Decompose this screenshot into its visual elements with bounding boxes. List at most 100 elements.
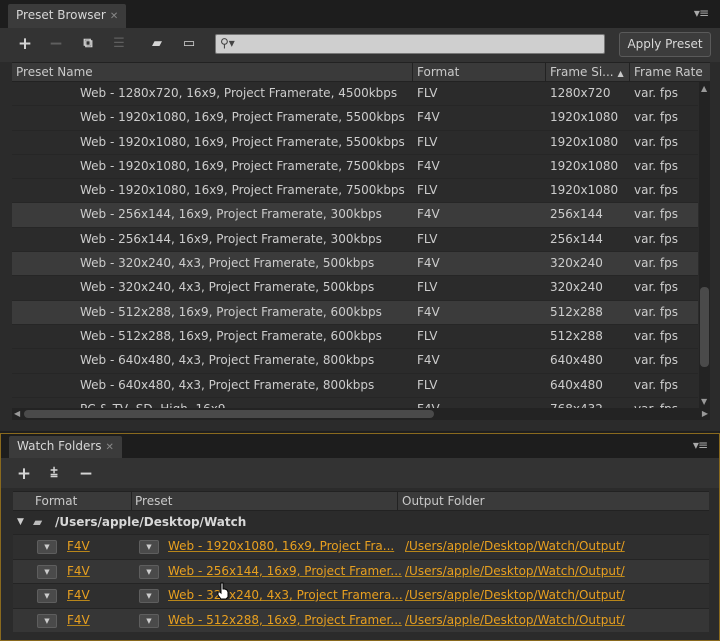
- output-folder-link[interactable]: /Users/apple/Desktop/Watch/Output/: [405, 613, 625, 627]
- watch-folder-path: /Users/apple/Desktop/Watch: [55, 515, 247, 529]
- preset-settings-icon[interactable]: ☰: [108, 34, 130, 54]
- list-item[interactable]: ▼ F4V ▼ Web - 256x144, 16x9, Project Framer…: [13, 558, 709, 583]
- cell-frame-size: 512x288: [550, 328, 603, 343]
- column-header-preset-name[interactable]: Preset Name: [16, 65, 93, 79]
- disclosure-triangle-icon[interactable]: ▼: [17, 517, 24, 527]
- cell-format: FLV: [417, 134, 438, 149]
- cell-frame-size: 256x144: [550, 231, 603, 246]
- preset-table-header: Preset Name Format Frame Si... ▲ Frame R…: [12, 62, 710, 82]
- cell-frame-rate: var. fps: [634, 207, 679, 222]
- cell-format: F4V: [417, 256, 440, 271]
- search-input[interactable]: ⚲▾: [215, 34, 605, 54]
- format-value[interactable]: F4V: [67, 613, 90, 627]
- table-row[interactable]: Web - 256x144, 16x9, Project Framerate, …: [12, 228, 698, 253]
- preset-value[interactable]: Web - 512x288, 16x9, Project Framer...: [168, 613, 402, 627]
- watch-folders-table-body: ▼ ▰ /Users/apple/Desktop/Watch ▼ F4V ▼ Web …: [13, 512, 709, 640]
- cell-format: F4V: [417, 207, 440, 222]
- format-dropdown[interactable]: ▼: [37, 540, 57, 554]
- table-row[interactable]: Web - 320x240, 4x3, Project Framerate, 5…: [12, 252, 698, 277]
- table-row[interactable]: Web - 512x288, 16x9, Project Framerate, …: [12, 300, 698, 325]
- cell-preset-name: Web - 1920x1080, 16x9, Project Framerate…: [80, 183, 405, 198]
- table-row[interactable]: PC & TV, SD, High, 16x9F4V768x432var. fp…: [12, 398, 698, 408]
- preset-value[interactable]: Web - 256x144, 16x9, Project Framer...: [168, 564, 402, 578]
- column-header-frame-size[interactable]: Frame Si... ▲: [550, 65, 624, 79]
- cell-format: FLV: [417, 328, 438, 343]
- preset-dropdown[interactable]: ▼: [139, 564, 159, 579]
- scroll-down-icon[interactable]: ▼: [701, 397, 707, 406]
- preset-dropdown[interactable]: ▼: [139, 540, 159, 554]
- scroll-right-icon[interactable]: ▶: [702, 409, 708, 418]
- duplicate-preset-icon[interactable]: ⧉: [77, 34, 99, 54]
- preset-browser-panel: Preset Browser ✕ ▾≡ + − ⧉ ☰ ▰ ▭ ⚲▾ Apply …: [0, 0, 720, 431]
- table-row[interactable]: Web - 1920x1080, 16x9, Project Framerate…: [12, 179, 698, 204]
- list-item[interactable]: ▼ F4V ▼ Web - 512x288, 16x9, Project Framer…: [13, 607, 709, 632]
- list-item[interactable]: ▼ F4V ▼ Web - 320x240, 4x3, Project Framera…: [13, 583, 709, 608]
- preset-value[interactable]: Web - 320x240, 4x3, Project Framera...: [168, 588, 403, 602]
- new-group-folder-icon[interactable]: ▰: [146, 34, 168, 54]
- cell-frame-rate: var. fps: [634, 158, 679, 173]
- format-value[interactable]: F4V: [67, 588, 90, 602]
- table-row[interactable]: Web - 256x144, 16x9, Project Framerate, …: [12, 203, 698, 228]
- panel-menu-icon[interactable]: ▾≡: [694, 6, 709, 20]
- cell-preset-name: Web - 320x240, 4x3, Project Framerate, 5…: [80, 280, 375, 295]
- cell-preset-name: Web - 320x240, 4x3, Project Framerate, 5…: [80, 256, 375, 271]
- column-header-preset[interactable]: Preset: [135, 494, 172, 508]
- table-row[interactable]: Web - 640x480, 4x3, Project Framerate, 8…: [12, 374, 698, 398]
- format-dropdown[interactable]: ▼: [37, 613, 57, 628]
- close-icon[interactable]: ✕: [110, 11, 118, 22]
- remove-icon[interactable]: −: [75, 464, 97, 484]
- column-header-format[interactable]: Format: [35, 494, 77, 508]
- cell-frame-rate: var. fps: [634, 353, 679, 368]
- close-icon[interactable]: ✕: [106, 442, 114, 453]
- cell-preset-name: Web - 1280x720, 16x9, Project Framerate,…: [80, 86, 398, 100]
- cell-frame-rate: var. fps: [634, 377, 679, 392]
- table-row[interactable]: Web - 512x288, 16x9, Project Framerate, …: [12, 325, 698, 350]
- table-row[interactable]: Web - 1920x1080, 16x9, Project Framerate…: [12, 131, 698, 155]
- cell-frame-size: 1280x720: [550, 86, 611, 100]
- panel-menu-icon[interactable]: ▾≡: [693, 438, 708, 452]
- scroll-up-icon[interactable]: ▲: [701, 84, 707, 93]
- horizontal-scroll-thumb[interactable]: [24, 410, 434, 418]
- cell-preset-name: Web - 256x144, 16x9, Project Framerate, …: [80, 231, 382, 246]
- column-header-frame-rate[interactable]: Frame Rate: [634, 65, 703, 79]
- preset-dropdown[interactable]: ▼: [139, 589, 159, 603]
- list-item[interactable]: ▼ F4V ▼ Web - 1920x1080, 16x9, Project Fra.…: [13, 534, 709, 559]
- scroll-left-icon[interactable]: ◀: [14, 409, 20, 418]
- output-folder-link[interactable]: /Users/apple/Desktop/Watch/Output/: [405, 539, 625, 553]
- format-value[interactable]: F4V: [67, 539, 90, 553]
- table-row[interactable]: Web - 320x240, 4x3, Project Framerate, 5…: [12, 276, 698, 301]
- cell-frame-rate: var. fps: [634, 86, 679, 100]
- add-output-icon[interactable]: ⩲: [43, 464, 65, 484]
- column-header-output-folder[interactable]: Output Folder: [402, 494, 485, 508]
- column-header-format[interactable]: Format: [417, 65, 459, 79]
- sort-ascending-icon: ▲: [617, 69, 624, 78]
- output-folder-link[interactable]: /Users/apple/Desktop/Watch/Output/: [405, 564, 625, 578]
- format-dropdown[interactable]: ▼: [37, 589, 57, 603]
- horizontal-scrollbar[interactable]: ◀ ▶: [12, 408, 710, 420]
- format-dropdown[interactable]: ▼: [37, 564, 57, 579]
- add-folder-icon[interactable]: +: [13, 464, 35, 484]
- preset-dropdown[interactable]: ▼: [139, 613, 159, 628]
- tab-watch-folders[interactable]: Watch Folders ✕: [9, 436, 122, 458]
- import-preset-folder-icon[interactable]: ▭: [178, 34, 200, 54]
- cell-preset-name: Web - 256x144, 16x9, Project Framerate, …: [80, 207, 382, 222]
- remove-preset-icon[interactable]: −: [45, 34, 67, 54]
- output-folder-link[interactable]: /Users/apple/Desktop/Watch/Output/: [405, 588, 625, 602]
- add-preset-icon[interactable]: +: [14, 34, 36, 54]
- table-row[interactable]: Web - 1280x720, 16x9, Project Framerate,…: [12, 82, 698, 107]
- cell-preset-name: Web - 1920x1080, 16x9, Project Framerate…: [80, 134, 405, 149]
- table-row[interactable]: Web - 640x480, 4x3, Project Framerate, 8…: [12, 349, 698, 374]
- vertical-scroll-thumb[interactable]: [700, 287, 709, 367]
- format-value[interactable]: F4V: [67, 564, 90, 578]
- table-row[interactable]: Web - 1920x1080, 16x9, Project Framerate…: [12, 106, 698, 131]
- watch-folders-toolbar: + ⩲ −: [1, 458, 719, 488]
- table-row[interactable]: Web - 1920x1080, 16x9, Project Framerate…: [12, 155, 698, 180]
- vertical-scrollbar[interactable]: ▲ ▼: [699, 82, 710, 408]
- tab-preset-browser-label: Preset Browser: [16, 8, 106, 22]
- preset-value[interactable]: Web - 1920x1080, 16x9, Project Fra...: [168, 539, 394, 553]
- watch-folder-row[interactable]: ▼ ▰ /Users/apple/Desktop/Watch: [13, 512, 709, 534]
- watch-folders-table-header: Format Preset Output Folder: [13, 491, 709, 511]
- apply-preset-button[interactable]: Apply Preset: [619, 32, 711, 57]
- tab-preset-browser[interactable]: Preset Browser ✕: [8, 4, 127, 28]
- cell-format: FLV: [417, 183, 438, 198]
